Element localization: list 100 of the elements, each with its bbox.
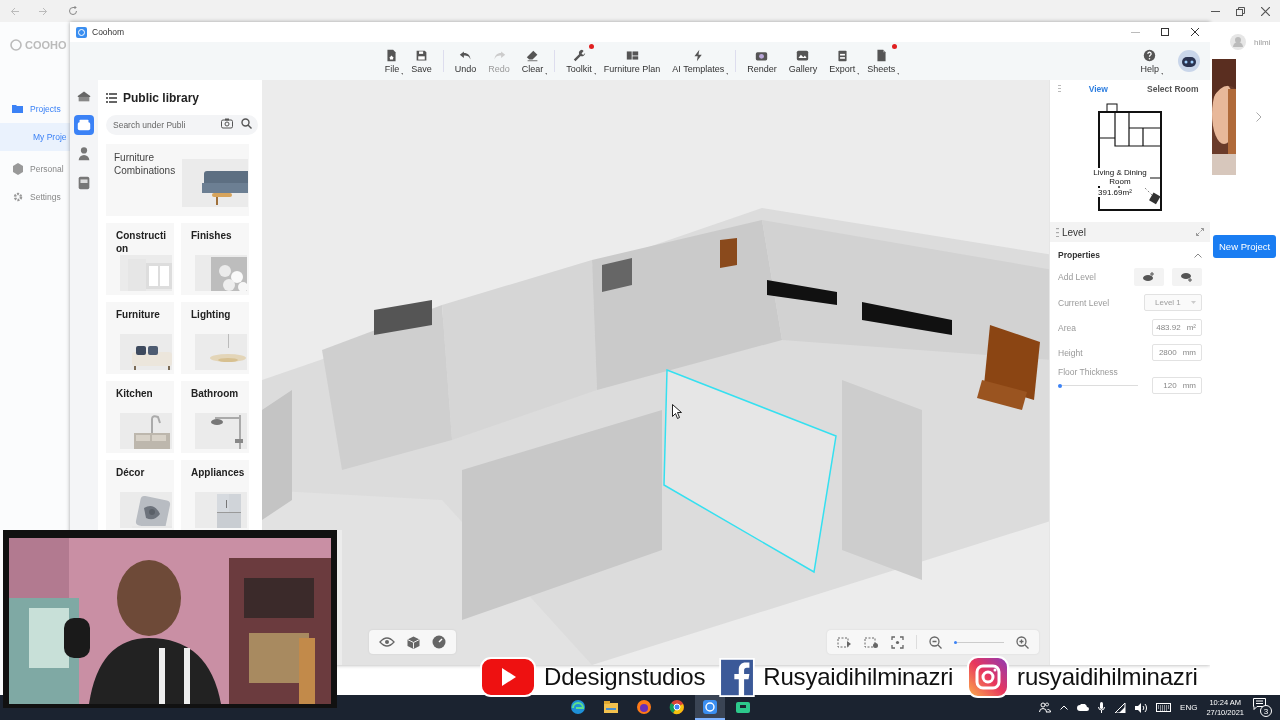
cursor-icon (672, 404, 682, 419)
toolbar-button[interactable]: Help (1135, 46, 1164, 76)
message-icon (1253, 698, 1266, 710)
toolbar-button[interactable]: Undo (449, 46, 482, 76)
category-card[interactable]: Kitchen (106, 381, 174, 453)
door (720, 238, 737, 268)
category-card[interactable]: Lighting (181, 302, 249, 374)
panel-title: Level (1062, 226, 1086, 238)
notification-count: 3 (1260, 705, 1272, 717)
image-icon (796, 48, 810, 62)
notification-button[interactable]: 3 (1253, 698, 1272, 717)
chevron-icon[interactable] (1194, 252, 1202, 258)
layout-icon (625, 48, 639, 62)
wifi-icon[interactable] (1114, 702, 1127, 713)
browser-icon (636, 698, 652, 715)
number-field[interactable]: 483.92 m² (1152, 319, 1202, 336)
cloud-icon[interactable] (1077, 704, 1090, 711)
eraser-icon (526, 48, 539, 62)
zoom-out-icon[interactable] (929, 635, 942, 649)
robot-avatar-icon[interactable] (1178, 50, 1200, 72)
toolbar-button[interactable]: Export (824, 46, 861, 76)
search-field[interactable]: Search under Publi (106, 115, 258, 135)
reload-icon[interactable] (68, 6, 78, 16)
cabinet-icon (76, 175, 92, 191)
toolbar-button[interactable]: Toolkit (561, 46, 597, 76)
wrench-icon (572, 48, 586, 62)
eye-icon[interactable] (379, 636, 395, 648)
window (767, 280, 837, 305)
facebook-logo-icon (719, 657, 756, 697)
toolbar-button[interactable]: Furniture Plan (598, 46, 666, 76)
number-field[interactable]: 2800 mm (1152, 344, 1202, 361)
caret-icon (1191, 301, 1196, 304)
number-field[interactable]: 120 mm (1152, 377, 1202, 394)
language-indicator[interactable]: ENG (1180, 703, 1198, 712)
toolbar-button[interactable]: Save (406, 46, 437, 76)
restore-icon[interactable] (1236, 6, 1245, 16)
logo-icon (10, 39, 22, 51)
nav-item[interactable]: Settings (0, 183, 70, 211)
category-card[interactable]: Finishes (181, 223, 249, 295)
nav-item[interactable]: Personal (0, 155, 70, 183)
box-icon (12, 163, 24, 175)
browser-icon (669, 698, 685, 715)
rail-tab[interactable] (74, 115, 94, 135)
field-label: Add Level (1058, 272, 1096, 282)
add-level-below-button[interactable] (1172, 268, 1202, 286)
focus-icon[interactable] (891, 635, 904, 649)
frame-icon[interactable] (837, 635, 852, 649)
toolbar-button[interactable]: Gallery (783, 46, 823, 76)
window (374, 300, 432, 335)
people-icon[interactable] (1039, 702, 1052, 713)
toolbar-button[interactable]: AI Templates (667, 46, 730, 76)
folder-icon (603, 698, 619, 715)
view-tab[interactable]: View (1061, 82, 1136, 96)
folder-icon (12, 103, 24, 115)
minimize-icon[interactable] (1211, 10, 1220, 12)
field-label: Floor Thickness (1058, 367, 1119, 377)
toolbar-button[interactable]: Sheets (862, 46, 901, 76)
person-icon (76, 146, 92, 162)
microphone-icon[interactable] (1098, 702, 1106, 713)
expand-icon[interactable] (1196, 228, 1204, 236)
window (602, 258, 632, 292)
section-title: Properties (1058, 250, 1101, 260)
search-icon[interactable] (241, 118, 252, 129)
category-card[interactable]: Furniture Combinations (106, 144, 249, 216)
field-label: Area (1058, 322, 1076, 333)
sofa-icon (76, 117, 92, 133)
category-card[interactable]: Furniture (106, 302, 174, 374)
category-card[interactable]: Appliances (181, 460, 249, 532)
app-icon (76, 26, 87, 38)
channel-handle: rusyaidihilminazri (1017, 663, 1198, 691)
zoom-in-icon[interactable] (1016, 635, 1029, 649)
close-icon[interactable] (1261, 6, 1270, 16)
toolbar-button[interactable]: Render (742, 46, 782, 76)
instagram-logo-icon (967, 656, 1010, 698)
view-tab[interactable]: Select Room (1135, 82, 1210, 96)
gauge-icon[interactable] (432, 635, 446, 649)
nav-item[interactable]: Projects (0, 95, 70, 123)
list-icon (106, 93, 117, 103)
category-card[interactable]: Bathroom (181, 381, 249, 453)
cube-icon[interactable] (407, 635, 420, 649)
youtube-logo-icon (480, 657, 536, 697)
category-card[interactable]: Construction (106, 223, 174, 295)
add-level-above-button[interactable] (1134, 268, 1164, 286)
window-title: Coohom (92, 27, 125, 37)
clipboard-icon (835, 48, 849, 62)
category-card[interactable]: Décor (106, 460, 174, 532)
channel-handle: Ddesignstudios (544, 663, 706, 691)
gear-icon (12, 191, 24, 203)
keyboard-icon[interactable] (1156, 703, 1172, 712)
camera-icon[interactable] (221, 118, 233, 129)
frame-settings-icon[interactable] (864, 635, 879, 649)
speaker-icon[interactable] (1135, 702, 1148, 713)
help-icon (1143, 48, 1157, 62)
toolbar-button[interactable]: Clear (516, 46, 549, 76)
grip-icon (1058, 85, 1061, 93)
toolbar-button[interactable]: File (379, 46, 405, 76)
taskbar-app[interactable] (695, 695, 725, 720)
browser-icon (570, 698, 586, 715)
new-project-button[interactable]: New Project (1213, 235, 1277, 258)
chevron-up-icon[interactable] (1060, 705, 1069, 710)
